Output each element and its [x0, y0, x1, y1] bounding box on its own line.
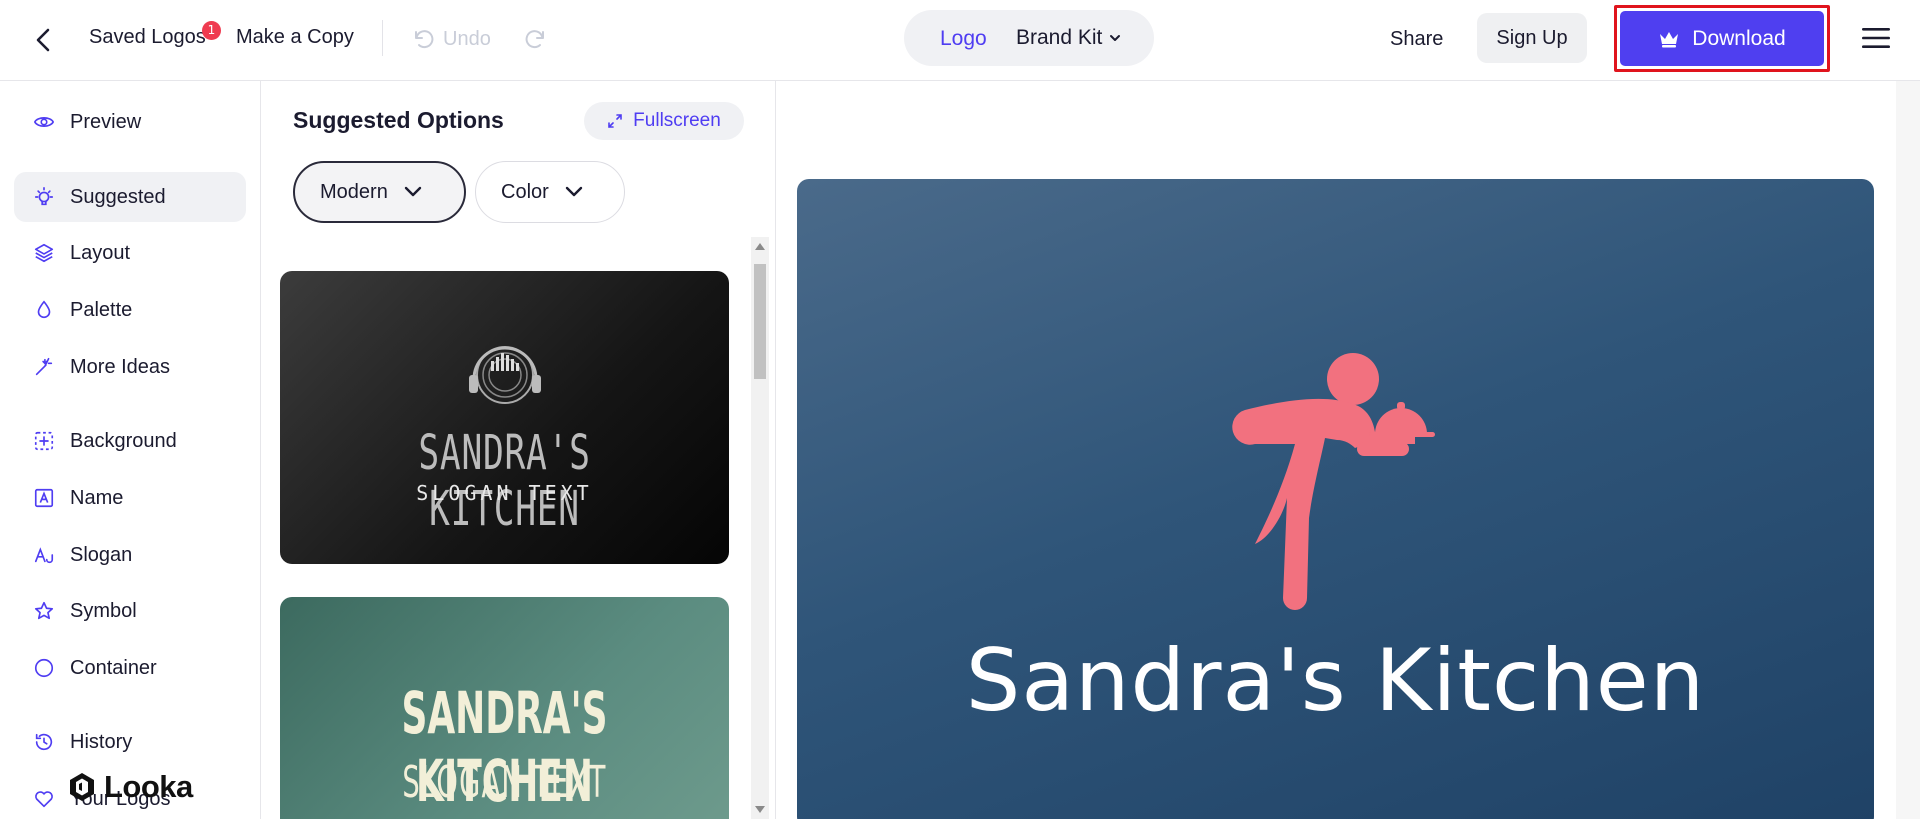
sidebar-item-label: Name — [70, 486, 124, 509]
fullscreen-button[interactable]: Fullscreen — [584, 102, 744, 140]
waiter-serving-symbol-icon — [1232, 353, 1435, 610]
looka-mark-icon — [70, 773, 94, 801]
saved-logos-link[interactable]: Saved Logos — [89, 26, 206, 49]
looka-wordmark: Looka — [104, 769, 193, 804]
chevron-down-icon — [565, 186, 582, 197]
filter-label: Modern — [320, 180, 388, 203]
undo-label: Undo — [443, 27, 491, 50]
background-grid-icon — [32, 429, 56, 453]
slogan-text-icon — [32, 543, 56, 567]
download-label: Download — [1692, 26, 1786, 50]
sidebar-item-symbol[interactable]: Symbol — [14, 586, 246, 636]
text-box-icon — [32, 486, 56, 510]
divider — [382, 20, 383, 56]
panel-title: Suggested Options — [293, 107, 504, 133]
history-icon — [32, 730, 56, 754]
filter-modern-dropdown[interactable]: Modern — [293, 161, 466, 223]
layers-icon — [32, 241, 56, 265]
logo-brandkit-switcher: Logo Brand Kit — [904, 10, 1154, 66]
magic-wand-icon — [32, 355, 56, 379]
hamburger-icon[interactable] — [1862, 27, 1890, 49]
expand-icon — [608, 114, 622, 128]
sidebar-item-preview[interactable]: Preview — [14, 97, 246, 147]
top-bar: Saved Logos 1 Make a Copy Undo Logo Bran… — [0, 0, 1920, 81]
logo-preview-area: Sandra's Kitchen — [777, 81, 1920, 819]
sidebar-item-palette[interactable]: Palette — [14, 285, 246, 335]
filter-label: Color — [501, 180, 549, 203]
sidebar-item-label: Background — [70, 429, 177, 452]
suggested-options-panel: Suggested Options Fullscreen Modern Colo… — [262, 81, 776, 819]
logo-preview-name: Sandra's Kitchen — [965, 631, 1706, 731]
sign-up-button[interactable]: Sign Up — [1477, 13, 1587, 63]
sidebar-item-suggested[interactable]: Suggested — [14, 172, 246, 222]
sidebar-item-label: History — [70, 730, 133, 753]
eye-icon — [32, 110, 56, 134]
tab-brand-kit[interactable]: Brand Kit — [1016, 26, 1122, 50]
logo-option-card[interactable]: SANDRA'S KITCHEN SLOGAN TEXT — [280, 597, 729, 819]
undo-button[interactable]: Undo — [411, 24, 491, 54]
chevron-left-icon[interactable] — [28, 24, 60, 56]
sidebar-item-label: More Ideas — [70, 355, 171, 378]
sidebar-item-slogan[interactable]: Slogan — [14, 530, 246, 580]
sidebar-item-label: Preview — [70, 110, 142, 133]
sidebar-item-layout[interactable]: Layout — [14, 228, 246, 278]
sidebar-item-label: Suggested — [70, 185, 166, 208]
redo-icon[interactable] — [520, 24, 550, 54]
star-icon — [32, 599, 56, 623]
scroll-down-arrow-icon[interactable] — [755, 806, 765, 813]
undo-icon — [415, 30, 434, 49]
sidebar-item-history[interactable]: History — [14, 717, 246, 767]
saved-logos-badge: 1 — [202, 21, 221, 40]
sidebar-item-label: Container — [70, 656, 157, 679]
droplet-icon — [32, 298, 56, 322]
circle-icon — [32, 656, 56, 680]
chevron-down-icon — [1110, 35, 1121, 41]
looka-logo: Looka — [68, 769, 193, 805]
share-button[interactable]: Share — [1390, 28, 1443, 51]
page-scrollbar[interactable] — [1896, 81, 1920, 819]
scroll-up-arrow-icon[interactable] — [755, 243, 765, 250]
lightbulb-icon — [32, 185, 56, 209]
sidebar-item-label: Palette — [70, 298, 133, 321]
sidebar-item-name[interactable]: Name — [14, 473, 246, 523]
heart-icon — [32, 787, 56, 811]
tab-logo[interactable]: Logo — [940, 27, 987, 51]
panel-scrollbar[interactable] — [751, 237, 769, 819]
crown-icon — [1660, 31, 1679, 47]
filter-color-dropdown[interactable]: Color — [475, 161, 625, 223]
tab-brand-kit-label: Brand Kit — [1016, 26, 1103, 49]
chevron-down-icon — [404, 186, 422, 197]
scrollbar-thumb[interactable] — [754, 264, 766, 379]
card-logo-slogan: SLOGAN TEXT — [402, 757, 607, 808]
sidebar-item-label: Slogan — [70, 543, 133, 566]
sidebar-item-more-ideas[interactable]: More Ideas — [14, 342, 246, 392]
make-a-copy-link[interactable]: Make a Copy — [236, 26, 354, 49]
logo-preview-card: Sandra's Kitchen — [797, 179, 1874, 819]
headphones-disc-icon — [469, 346, 541, 404]
download-highlight: Download — [1614, 5, 1830, 72]
sidebar-item-container[interactable]: Container — [14, 643, 246, 693]
sidebar-item-label: Layout — [70, 241, 131, 264]
sidebar-item-label: Symbol — [70, 599, 137, 622]
fullscreen-label: Fullscreen — [633, 110, 721, 131]
sidebar-item-background[interactable]: Background — [14, 416, 246, 466]
sidebar: Preview Suggested Layout Palette More Id… — [0, 81, 261, 819]
logo-option-card[interactable]: SANDRA'S KITCHEN SLOGAN TEXT — [280, 271, 729, 564]
download-button[interactable]: Download — [1620, 11, 1824, 66]
card-logo-slogan: SLOGAN TEXT — [416, 481, 593, 505]
